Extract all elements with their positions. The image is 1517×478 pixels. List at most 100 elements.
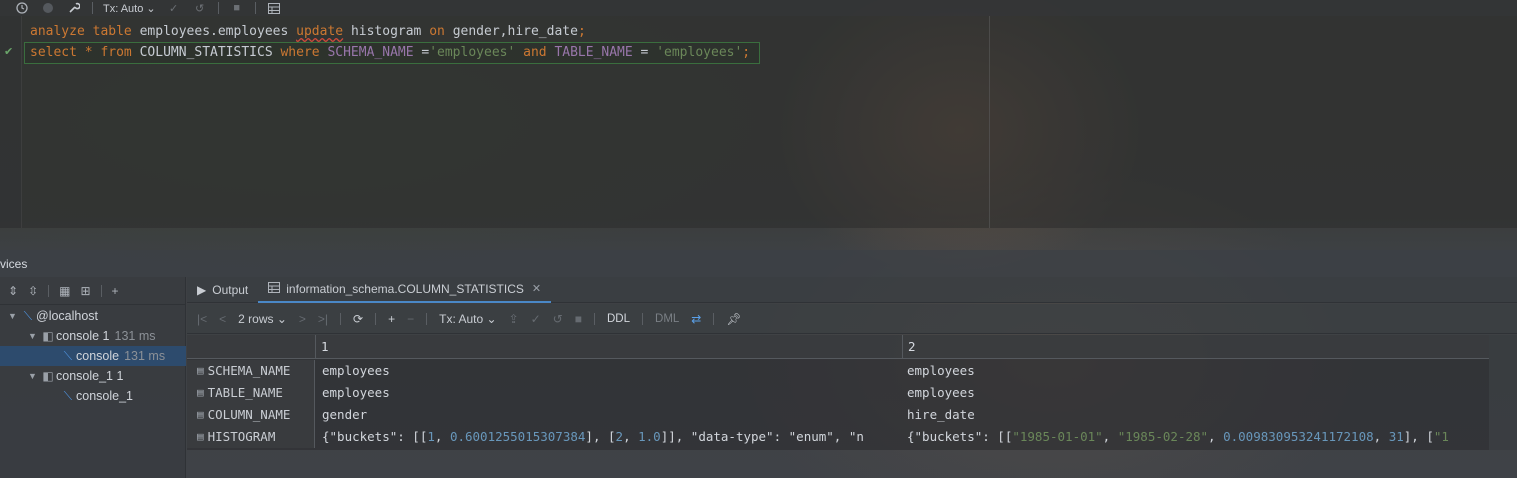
services-panel: ⇕ ⇳ ▦ ⊞ + ▼ ⟍ @localhost ▼ ◧ console 1 1… xyxy=(0,277,186,478)
table-row[interactable]: ▤ SCHEMA_NAME employees employees xyxy=(187,360,1489,382)
table-identifier: COLUMN_STATISTICS xyxy=(139,45,273,60)
refresh-icon[interactable]: ⟳ xyxy=(353,312,363,326)
chevron-down-icon[interactable]: ▼ xyxy=(28,331,40,341)
chevron-down-icon[interactable]: ▼ xyxy=(8,311,20,321)
table-icon xyxy=(268,281,281,296)
result-grid[interactable]: 1 2 ▤ SCHEMA_NAME employees employees ▤ TA… xyxy=(187,335,1489,450)
result-toolbar: |< < 2 rows ⌄ > >| ⟳ + − Tx: Auto ⌄ ⇪ ✓ … xyxy=(187,304,1517,334)
table-row[interactable]: ▤ TABLE_NAME employees employees xyxy=(187,382,1489,404)
chevron-down-icon[interactable]: ▼ xyxy=(28,371,40,381)
commit-check-icon[interactable]: ✓ xyxy=(531,312,541,326)
sql-line-2[interactable]: select * from COLUMN_STATISTICS where SC… xyxy=(30,43,750,63)
tx-mode-dropdown[interactable]: Tx: Auto ⌄ xyxy=(103,2,156,15)
rollback-icon[interactable]: ↺ xyxy=(192,1,208,15)
kw-update: update xyxy=(296,24,344,39)
column-header-label: 2 xyxy=(908,339,916,354)
table-cell[interactable]: employees xyxy=(317,360,900,382)
json-text: , xyxy=(1373,429,1389,444)
sql-line-1[interactable]: analyze table employees.employees update… xyxy=(30,22,586,42)
row-header-label: TABLE_NAME xyxy=(207,385,283,400)
json-number: 0.6001255015307384 xyxy=(449,429,586,444)
delete-row-icon[interactable]: − xyxy=(407,312,414,326)
table-cell[interactable]: {"buckets": [[1, 0.6001255015307384], [2… xyxy=(317,426,900,448)
previous-page-icon[interactable]: < xyxy=(219,312,226,326)
tree-item-localhost[interactable]: ▼ ⟍ @localhost xyxy=(0,306,186,326)
collapse-all-icon[interactable]: ⇳ xyxy=(28,284,38,298)
row-header[interactable]: ▤ SCHEMA_NAME xyxy=(187,360,315,382)
column-list: gender,hire_date xyxy=(452,24,578,39)
table-cell[interactable]: {"buckets": [["1985-01-01", "1985-02-28"… xyxy=(902,426,1489,448)
toolbar-divider xyxy=(254,2,256,14)
add-row-icon[interactable]: + xyxy=(388,312,395,326)
tab-output[interactable]: ▶ Output xyxy=(187,277,258,303)
row-header-label: COLUMN_NAME xyxy=(207,407,291,422)
table-cell[interactable]: employees xyxy=(902,360,1489,382)
tree-item-label: @localhost xyxy=(36,309,99,323)
column-header-1[interactable]: 1 xyxy=(315,335,902,359)
kw-and: and xyxy=(523,45,547,60)
tree-item-console-1-child[interactable]: ⟍ console_1 xyxy=(0,386,186,406)
stop-icon[interactable]: ■ xyxy=(229,1,245,15)
group-by-icon[interactable]: ▦ xyxy=(59,284,70,298)
dml-button[interactable]: DML xyxy=(655,313,679,325)
tree-item-console-1-1[interactable]: ▼ ◧ console_1 1 xyxy=(0,366,186,386)
rollback-icon[interactable]: ↺ xyxy=(553,312,563,326)
close-icon[interactable]: ✕ xyxy=(532,282,541,295)
semicolon: ; xyxy=(742,45,751,60)
row-header[interactable]: ▤ COLUMN_NAME xyxy=(187,404,315,426)
table-row[interactable]: ▤ HISTOGRAM {"buckets": [[1, 0.6001255015… xyxy=(187,426,1489,448)
table-view-icon[interactable] xyxy=(266,1,282,15)
row-header[interactable]: ▤ TABLE_NAME xyxy=(187,382,315,404)
toolbar-divider xyxy=(594,312,595,325)
rows-count-dropdown[interactable]: 2 rows ⌄ xyxy=(238,312,287,326)
json-string: "1 xyxy=(1433,429,1449,444)
column-icon: ▤ xyxy=(197,430,204,443)
add-service-icon[interactable]: + xyxy=(112,284,119,298)
tree-item-console[interactable]: ⟍ console 131 ms xyxy=(0,346,186,366)
services-toolbar: ⇕ ⇳ ▦ ⊞ + xyxy=(0,277,185,305)
commit-check-icon[interactable]: ✓ xyxy=(166,1,182,15)
table-cell[interactable]: employees xyxy=(902,382,1489,404)
result-tx-mode-dropdown[interactable]: Tx: Auto ⌄ xyxy=(439,312,496,326)
compare-icon[interactable]: ⇄ xyxy=(691,312,701,326)
grid-scroll-area xyxy=(1489,335,1517,450)
row-header-label: SCHEMA_NAME xyxy=(207,363,291,378)
stop-icon[interactable]: ■ xyxy=(575,312,582,326)
next-page-icon[interactable]: > xyxy=(299,312,306,326)
tab-column-statistics[interactable]: information_schema.COLUMN_STATISTICS ✕ xyxy=(258,277,552,303)
kw-analyze: analyze xyxy=(30,24,85,39)
row-header[interactable]: ▤ HISTOGRAM xyxy=(187,426,315,448)
tree-item-console-1[interactable]: ▼ ◧ console 1 131 ms xyxy=(0,326,186,346)
tab-label: information_schema.COLUMN_STATISTICS xyxy=(286,281,524,296)
table-row[interactable]: ▤ COLUMN_NAME gender hire_date xyxy=(187,404,1489,426)
string-literal: 'employees' xyxy=(429,45,516,60)
toolbar-divider xyxy=(92,2,93,14)
table-cell[interactable]: employees xyxy=(317,382,900,404)
chevron-down-icon: ⌄ xyxy=(276,311,287,326)
chevron-down-icon: ⌄ xyxy=(146,2,156,15)
table-cell[interactable]: hire_date xyxy=(902,404,1489,426)
toolbar-divider xyxy=(375,312,377,325)
wrench-icon[interactable] xyxy=(66,1,82,15)
last-page-icon[interactable]: >| xyxy=(318,312,328,326)
tree-item-label: console 1 xyxy=(56,329,110,343)
submit-icon[interactable]: ⇪ xyxy=(509,312,519,326)
first-page-icon[interactable]: |< xyxy=(197,312,207,326)
column-header-label: 1 xyxy=(321,339,329,354)
histogram-word: histogram xyxy=(350,24,422,39)
stop-circle-icon[interactable] xyxy=(40,1,56,15)
history-icon[interactable] xyxy=(14,1,30,15)
json-text: , xyxy=(1102,429,1118,444)
ddl-button[interactable]: DDL xyxy=(607,313,630,325)
toolbar-divider xyxy=(340,312,342,325)
table-cell[interactable]: gender xyxy=(317,404,900,426)
expand-all-icon[interactable]: ⇕ xyxy=(8,284,18,298)
tx-mode-label: Tx: Auto xyxy=(439,311,484,326)
grid-header: 1 2 xyxy=(187,335,1489,359)
pin-icon[interactable]: 📌︎ xyxy=(726,312,741,326)
console-icon: ⟍ xyxy=(63,388,73,403)
column-header-2[interactable]: 2 xyxy=(902,335,1489,359)
json-text: ], [ xyxy=(585,429,616,444)
sql-editor[interactable]: ✔ analyze table employees.employees upda… xyxy=(0,16,1517,228)
new-tab-icon[interactable]: ⊞ xyxy=(80,284,90,298)
